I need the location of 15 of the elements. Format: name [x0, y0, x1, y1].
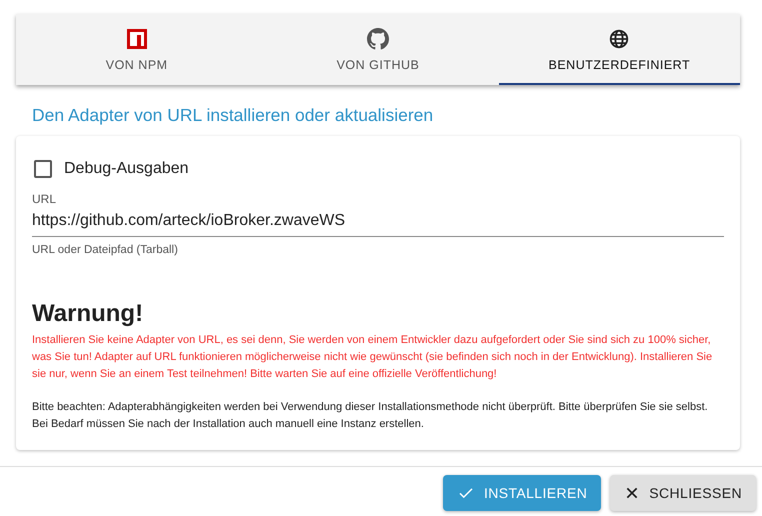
- tab[interactable]: VON GITHUB: [257, 14, 499, 85]
- tab[interactable]: VON NPM: [16, 14, 258, 85]
- note-text: Bitte beachten: Adapterabhängigkeiten werden bei Verwendung dieser Installationsmethode nicht überprüft. Bitte überprüfen Sie sie selbst. Bei Bedarf müssen Sie nach der Installation auch manuell eine Instanz erstellen.: [32, 400, 709, 432]
- section-heading: Den Adapter von URL installieren oder aktualisieren: [32, 105, 434, 127]
- helper-text: URL oder Dateipfad (Tarball): [32, 244, 179, 256]
- close-button[interactable]: SCHLIESSEN: [610, 475, 756, 511]
- warning-title: Warnung!: [32, 300, 144, 328]
- globe-icon: [608, 28, 630, 50]
- checkbox-label: Debug-Ausgaben: [64, 160, 189, 178]
- field-label: URL: [32, 192, 58, 206]
- npm-logo-icon: [126, 28, 148, 50]
- warning-text: Installieren Sie keine Adapter von URL, es sei denn, Sie werden von einem Entwickler dazu aufgefordert oder Sie sind sich zu 100% sicher, was Sie tun! Adapter auf URL funktionieren möglicherweise nicht wie gewünscht (sie befinden sich noch in der Entwicklung). Installieren Sie sie nur, wenn Sie an einem Test teilnehmen! Bitte warten Sie auf eine offizielle Veröffentlichung!: [32, 333, 714, 382]
- tab[interactable]: BENUTZERDEFINIERT: [498, 14, 740, 85]
- checkbox[interactable]: [34, 160, 52, 178]
- github-logo-icon: [366, 28, 389, 50]
